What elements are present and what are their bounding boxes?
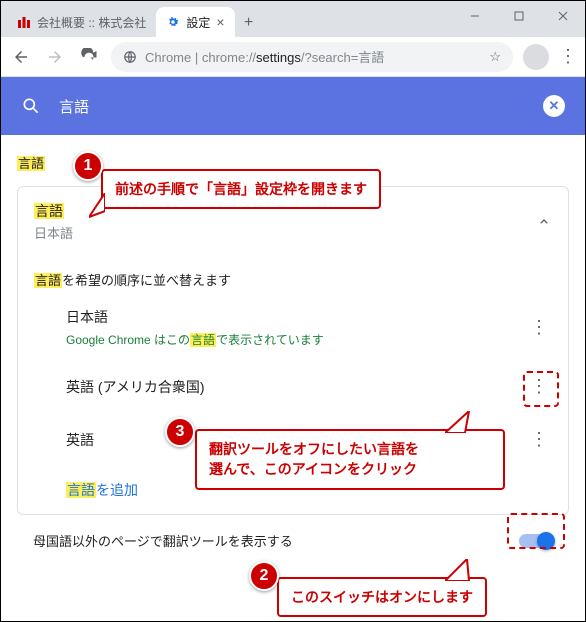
back-button[interactable] xyxy=(9,45,33,69)
language-name: 日本語 xyxy=(66,307,526,327)
language-name: 英語 (アメリカ合衆国) xyxy=(66,377,526,397)
gear-icon xyxy=(166,15,180,29)
chrome-menu-icon[interactable]: ⋮ xyxy=(559,46,577,67)
annotation-callout-3: 翻訳ツールをオフにしたい言語を選んで、このアイコンをクリック xyxy=(195,429,505,490)
reload-button[interactable] xyxy=(77,45,101,69)
annotation-badge-3: 3 xyxy=(165,417,195,447)
annotation-callout-1: 前述の手順で「言語」設定枠を開きます xyxy=(101,169,381,209)
close-window-button[interactable] xyxy=(541,1,585,31)
tab-label: 設定 xyxy=(186,14,210,31)
settings-search-header: 言語 ✕ xyxy=(1,77,585,135)
translate-toggle-label: 母国語以外のページで翻訳ツールを表示する xyxy=(33,531,507,550)
tab-label: 会社概要 :: 株式会社 xyxy=(37,14,146,31)
close-tab-icon[interactable]: × xyxy=(216,14,224,30)
more-icon[interactable]: ⋮ xyxy=(526,313,552,342)
tab-1[interactable]: 設定 × xyxy=(156,7,234,37)
search-icon xyxy=(21,96,41,116)
clear-search-icon[interactable]: ✕ xyxy=(543,95,565,117)
tab-strip: 会社概要 :: 株式会社 設定 × + xyxy=(1,1,453,37)
bookmark-icon[interactable]: ☆ xyxy=(489,49,501,65)
window-titlebar: 会社概要 :: 株式会社 設定 × + xyxy=(1,1,585,37)
more-icon[interactable]: ⋮ xyxy=(526,425,552,454)
annotation-badge-2: 2 xyxy=(249,561,279,591)
window-controls xyxy=(453,1,585,37)
card-subtitle: 日本語 xyxy=(34,223,536,242)
annotation-dashbox-more xyxy=(523,371,559,407)
annotation-dashbox-switch xyxy=(507,513,565,549)
annotation-badge-1: 1 xyxy=(73,151,103,181)
annotation-callout-2: このスイッチはオンにします xyxy=(277,577,487,617)
language-item-en-us: 英語 (アメリカ合衆国) ⋮ xyxy=(18,360,568,413)
address-bar[interactable]: Chrome | chrome://settings/?search=言語 ☆ xyxy=(111,42,513,72)
maximize-button[interactable] xyxy=(497,1,541,31)
atmark-icon xyxy=(17,15,31,29)
url-text: Chrome | chrome://settings/?search=言語 xyxy=(145,47,384,66)
search-query[interactable]: 言語 xyxy=(59,96,525,117)
language-desc: Google Chrome はこの言語で表示されています xyxy=(66,331,526,348)
new-tab-button[interactable]: + xyxy=(235,9,263,37)
chevron-up-icon xyxy=(536,214,552,230)
forward-button[interactable] xyxy=(43,45,67,69)
language-item-ja: 日本語 Google Chrome はこの言語で表示されています ⋮ xyxy=(18,295,568,360)
site-info-icon[interactable] xyxy=(123,50,137,64)
reorder-instruction: 言語を希望の順序に並べ替えます xyxy=(18,256,568,295)
tab-0[interactable]: 会社概要 :: 株式会社 xyxy=(7,7,156,37)
translate-toggle-row: 母国語以外のページで翻訳ツールを表示する xyxy=(17,517,569,564)
browser-toolbar: Chrome | chrome://settings/?search=言語 ☆ … xyxy=(1,37,585,77)
minimize-button[interactable] xyxy=(453,1,497,31)
profile-avatar[interactable] xyxy=(523,44,549,70)
